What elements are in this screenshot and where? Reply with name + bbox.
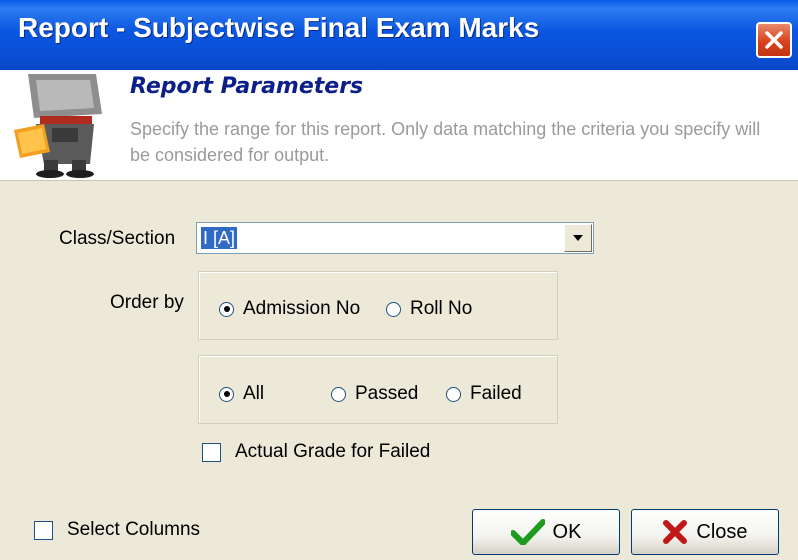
close-button[interactable]: Close bbox=[631, 509, 779, 555]
chevron-down-icon bbox=[573, 235, 583, 241]
dropdown-button[interactable] bbox=[564, 224, 592, 252]
radio-circle bbox=[446, 386, 461, 402]
radio-label: All bbox=[243, 383, 265, 404]
radio-admission-no[interactable]: Admission No bbox=[219, 298, 360, 320]
close-label: Close bbox=[696, 520, 748, 543]
class-section-label: Class/Section bbox=[59, 228, 176, 249]
checkbox-label: Select Columns bbox=[67, 519, 201, 540]
class-section-value: I [A] bbox=[201, 227, 238, 249]
radio-circle bbox=[386, 301, 401, 317]
close-icon bbox=[765, 31, 783, 49]
ok-label: OK bbox=[552, 520, 582, 543]
radio-all[interactable]: All bbox=[219, 383, 264, 405]
close-x-icon bbox=[663, 520, 688, 544]
window-close-button[interactable] bbox=[756, 22, 792, 58]
checkbox-box bbox=[202, 442, 221, 462]
checkbox-box bbox=[34, 520, 53, 540]
computer-mascot-icon bbox=[14, 74, 102, 178]
actual-grade-checkbox[interactable]: Actual Grade for Failed bbox=[202, 441, 430, 463]
radio-failed[interactable]: Failed bbox=[446, 383, 522, 405]
banner-heading: Report Parameters bbox=[130, 74, 364, 99]
checkbox-label: Actual Grade for Failed bbox=[235, 441, 431, 462]
radio-label: Roll No bbox=[410, 298, 473, 319]
class-section-select[interactable]: I [A] bbox=[196, 222, 594, 254]
title-bar[interactable]: Report - Subjectwise Final Exam Marks bbox=[0, 0, 798, 70]
radio-label: Admission No bbox=[243, 298, 361, 319]
radio-passed[interactable]: Passed bbox=[331, 383, 418, 405]
ok-button[interactable]: OK bbox=[472, 509, 620, 555]
radio-circle bbox=[219, 301, 234, 317]
radio-label: Failed bbox=[470, 383, 522, 404]
banner-description: Specify the range for this report. Only … bbox=[130, 119, 761, 165]
window-title: Report - Subjectwise Final Exam Marks bbox=[18, 12, 540, 43]
order-by-label: Order by bbox=[110, 292, 184, 313]
radio-label: Passed bbox=[355, 383, 419, 404]
select-columns-checkbox[interactable]: Select Columns bbox=[34, 519, 200, 541]
radio-circle bbox=[219, 386, 234, 402]
radio-circle bbox=[331, 386, 346, 402]
report-dialog: Report - Subjectwise Final Exam Marks Re… bbox=[0, 0, 798, 560]
radio-roll-no[interactable]: Roll No bbox=[386, 298, 472, 320]
checkmark-icon bbox=[510, 519, 545, 545]
